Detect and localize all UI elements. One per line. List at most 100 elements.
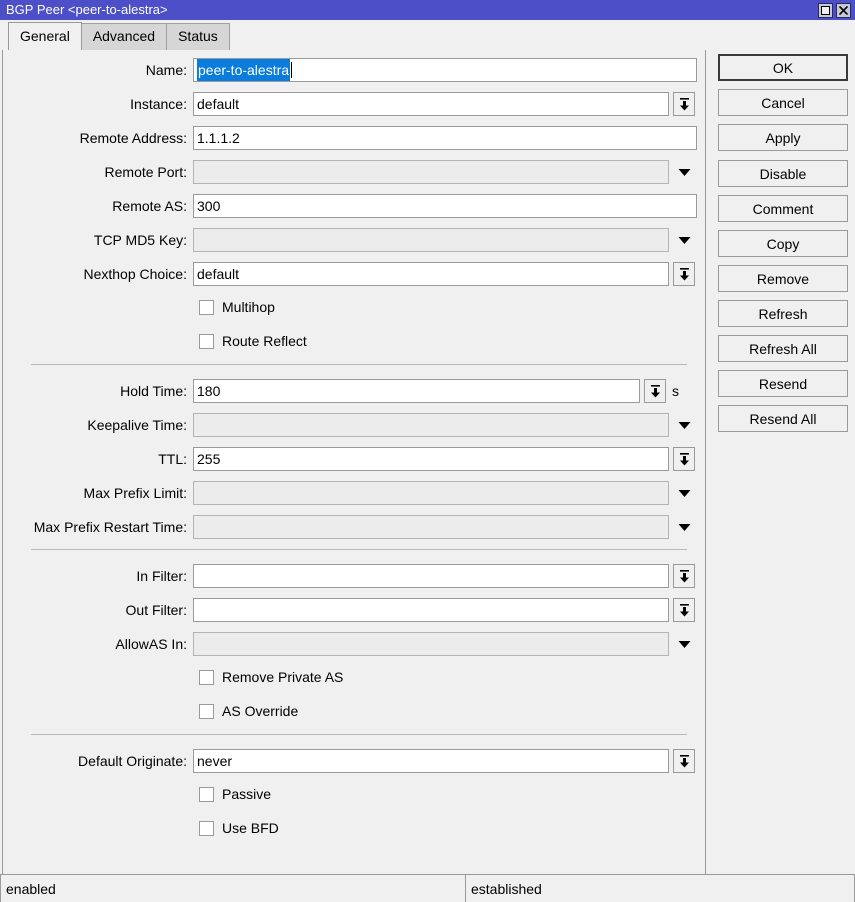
default-originate-dropdown-button[interactable] <box>673 749 695 773</box>
ttl-input[interactable]: 255 <box>193 447 669 471</box>
instance-input[interactable]: default <box>193 92 669 116</box>
dialog-body: Name: peer-to-alestra Instance: default … <box>0 50 855 895</box>
close-icon <box>839 6 848 15</box>
chevron-down-icon <box>678 236 691 245</box>
max-prefix-limit-input[interactable] <box>193 481 669 505</box>
disable-button[interactable]: Disable <box>718 160 848 187</box>
default-originate-input[interactable]: never <box>193 749 669 773</box>
out-filter-dropdown-button[interactable] <box>673 598 695 622</box>
tab-general[interactable]: General <box>8 22 82 50</box>
row-remote-as: Remote AS: 300 <box>3 194 705 218</box>
hold-time-value: 180 <box>197 380 220 402</box>
passive-checkbox[interactable] <box>199 787 214 802</box>
hold-time-label: Hold Time: <box>3 383 193 399</box>
remote-address-value: 1.1.1.2 <box>197 127 240 149</box>
chevron-down-bar-icon <box>678 569 691 584</box>
chevron-down-bar-icon <box>678 452 691 467</box>
remote-as-input[interactable]: 300 <box>193 194 697 218</box>
window-controls <box>818 3 853 18</box>
apply-button[interactable]: Apply <box>718 124 848 151</box>
keepalive-time-dropdown-button[interactable] <box>673 413 695 437</box>
chevron-down-icon <box>678 489 691 498</box>
close-button[interactable] <box>836 3 851 18</box>
allowas-in-input[interactable] <box>193 632 669 656</box>
cancel-button[interactable]: Cancel <box>718 89 848 116</box>
ttl-value: 255 <box>197 448 220 470</box>
nexthop-choice-value: default <box>197 263 239 285</box>
row-allowas-in: AllowAS In: <box>3 632 705 656</box>
ttl-label: TTL: <box>3 451 193 467</box>
in-filter-input[interactable] <box>193 564 669 588</box>
tcp-md5-key-input[interactable] <box>193 228 669 252</box>
max-prefix-restart-time-dropdown-button[interactable] <box>673 515 695 539</box>
copy-button[interactable]: Copy <box>718 230 848 257</box>
row-instance: Instance: default <box>3 92 705 116</box>
status-connection: established <box>466 874 855 902</box>
row-ttl: TTL: 255 <box>3 447 705 471</box>
ok-button[interactable]: OK <box>718 54 848 81</box>
row-remote-address: Remote Address: 1.1.1.2 <box>3 126 705 150</box>
keepalive-time-input[interactable] <box>193 413 669 437</box>
row-out-filter: Out Filter: <box>3 598 705 622</box>
separator-3 <box>31 734 687 735</box>
refresh-button[interactable]: Refresh <box>718 300 848 327</box>
general-form-panel: Name: peer-to-alestra Instance: default … <box>2 50 706 892</box>
hold-time-input[interactable]: 180 <box>193 379 640 403</box>
as-override-label: AS Override <box>222 703 298 719</box>
maximize-icon <box>821 6 830 15</box>
max-prefix-restart-time-input[interactable] <box>193 515 669 539</box>
keepalive-time-label: Keepalive Time: <box>3 417 193 433</box>
instance-label: Instance: <box>3 96 193 112</box>
text-caret <box>291 62 292 78</box>
in-filter-label: In Filter: <box>3 568 193 584</box>
resend-all-button[interactable]: Resend All <box>718 405 848 432</box>
maximize-button[interactable] <box>818 3 833 18</box>
remove-private-as-label: Remove Private AS <box>222 669 343 685</box>
hold-time-dropdown-button[interactable] <box>644 379 666 403</box>
remote-as-value: 300 <box>197 195 220 217</box>
route-reflect-label: Route Reflect <box>222 333 307 349</box>
in-filter-dropdown-button[interactable] <box>673 564 695 588</box>
tcp-md5-key-dropdown-button[interactable] <box>673 228 695 252</box>
passive-label: Passive <box>222 786 271 802</box>
use-bfd-label: Use BFD <box>222 820 279 836</box>
action-button-column: OK Cancel Apply Disable Comment Copy Rem… <box>718 54 848 440</box>
route-reflect-checkbox[interactable] <box>199 334 214 349</box>
remote-address-label: Remote Address: <box>3 130 193 146</box>
max-prefix-limit-dropdown-button[interactable] <box>673 481 695 505</box>
ttl-dropdown-button[interactable] <box>673 447 695 471</box>
as-override-checkbox[interactable] <box>199 704 214 719</box>
row-multihop: Multihop <box>3 296 705 318</box>
refresh-all-button[interactable]: Refresh All <box>718 335 848 362</box>
row-remove-private-as: Remove Private AS <box>3 666 705 688</box>
tab-status[interactable]: Status <box>166 23 230 50</box>
resend-button[interactable]: Resend <box>718 370 848 397</box>
out-filter-input[interactable] <box>193 598 669 622</box>
remote-as-label: Remote AS: <box>3 198 193 214</box>
row-in-filter: In Filter: <box>3 564 705 588</box>
comment-button[interactable]: Comment <box>718 195 848 222</box>
instance-dropdown-button[interactable] <box>673 92 695 116</box>
row-route-reflect: Route Reflect <box>3 330 705 352</box>
chevron-down-icon <box>678 523 691 532</box>
use-bfd-checkbox[interactable] <box>199 821 214 836</box>
nexthop-choice-dropdown-button[interactable] <box>673 262 695 286</box>
row-max-prefix-restart-time: Max Prefix Restart Time: <box>3 515 705 539</box>
tab-advanced[interactable]: Advanced <box>81 23 167 50</box>
chevron-down-icon <box>678 168 691 177</box>
window-titlebar: BGP Peer <peer-to-alestra> <box>0 0 855 20</box>
remote-port-input[interactable] <box>193 160 669 184</box>
multihop-checkbox[interactable] <box>199 300 214 315</box>
remove-private-as-checkbox[interactable] <box>199 670 214 685</box>
chevron-down-bar-icon <box>649 384 662 399</box>
nexthop-choice-input[interactable]: default <box>193 262 669 286</box>
name-input[interactable]: peer-to-alestra <box>193 58 697 82</box>
remove-button[interactable]: Remove <box>718 265 848 292</box>
status-enabled: enabled <box>0 874 466 902</box>
tab-strip: General Advanced Status <box>0 20 855 50</box>
remote-address-input[interactable]: 1.1.1.2 <box>193 126 697 150</box>
remote-port-dropdown-button[interactable] <box>673 160 695 184</box>
allowas-in-label: AllowAS In: <box>3 636 193 652</box>
row-name: Name: peer-to-alestra <box>3 58 705 82</box>
allowas-in-dropdown-button[interactable] <box>673 632 695 656</box>
